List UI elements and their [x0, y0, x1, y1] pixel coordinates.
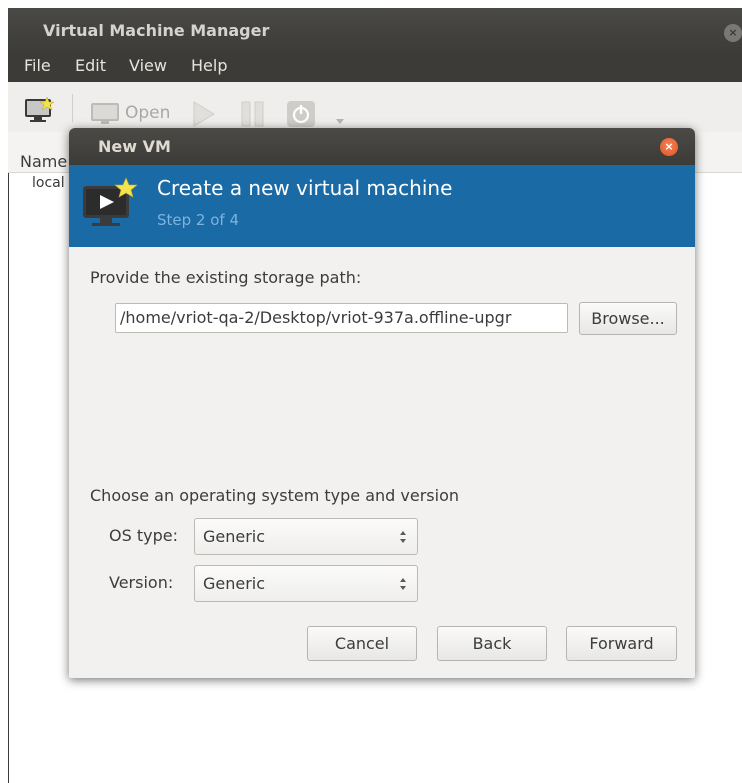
window-close-icon[interactable]: × — [724, 24, 742, 42]
spin-arrows-icon — [399, 575, 407, 597]
storage-path-input[interactable]: /home/vriot-qa-2/Desktop/vriot-937a.offl… — [115, 303, 568, 333]
new-vm-banner-icon — [80, 176, 140, 238]
dialog-title: New VM — [98, 137, 171, 156]
toolbar-separator — [72, 94, 73, 122]
version-value: Generic — [203, 574, 266, 593]
menubar: File Edit View Help — [8, 54, 742, 82]
new-vm-dialog: New VM × Create a new virtual machine St… — [69, 128, 695, 678]
version-select[interactable]: Generic — [194, 565, 418, 602]
browse-button[interactable]: Browse... — [579, 302, 677, 335]
open-label[interactable]: Open — [125, 103, 170, 123]
toolbar: Open — [8, 82, 742, 133]
new-vm-icon[interactable] — [23, 96, 57, 128]
os-type-select[interactable]: Generic — [194, 518, 418, 555]
connection-label[interactable]: local — [32, 175, 65, 191]
forward-button[interactable]: Forward — [566, 626, 677, 661]
dialog-header-banner: Create a new virtual machine Step 2 of 4 — [69, 165, 695, 247]
open-monitor-icon[interactable] — [90, 102, 122, 130]
dialog-close-icon[interactable]: × — [660, 138, 678, 156]
dialog-step-indicator: Step 2 of 4 — [157, 211, 240, 229]
window-title: Virtual Machine Manager — [43, 21, 270, 40]
window-titlebar[interactable]: Virtual Machine Manager × — [8, 8, 742, 54]
menu-help[interactable]: Help — [191, 56, 227, 75]
column-name-header[interactable]: Name — [20, 152, 67, 171]
back-button[interactable]: Back — [437, 626, 547, 661]
dialog-titlebar[interactable]: New VM × — [69, 128, 695, 165]
menu-edit[interactable]: Edit — [75, 56, 106, 75]
storage-path-label: Provide the existing storage path: — [90, 268, 362, 287]
version-label: Version: — [109, 573, 174, 592]
os-section-label: Choose an operating system type and vers… — [90, 486, 460, 505]
cancel-button[interactable]: Cancel — [307, 626, 417, 661]
menu-view[interactable]: View — [129, 56, 167, 75]
os-type-value: Generic — [203, 527, 266, 546]
menu-file[interactable]: File — [24, 56, 51, 75]
dialog-header-title: Create a new virtual machine — [157, 176, 453, 200]
os-type-label: OS type: — [109, 526, 178, 545]
spin-arrows-icon — [399, 528, 407, 550]
